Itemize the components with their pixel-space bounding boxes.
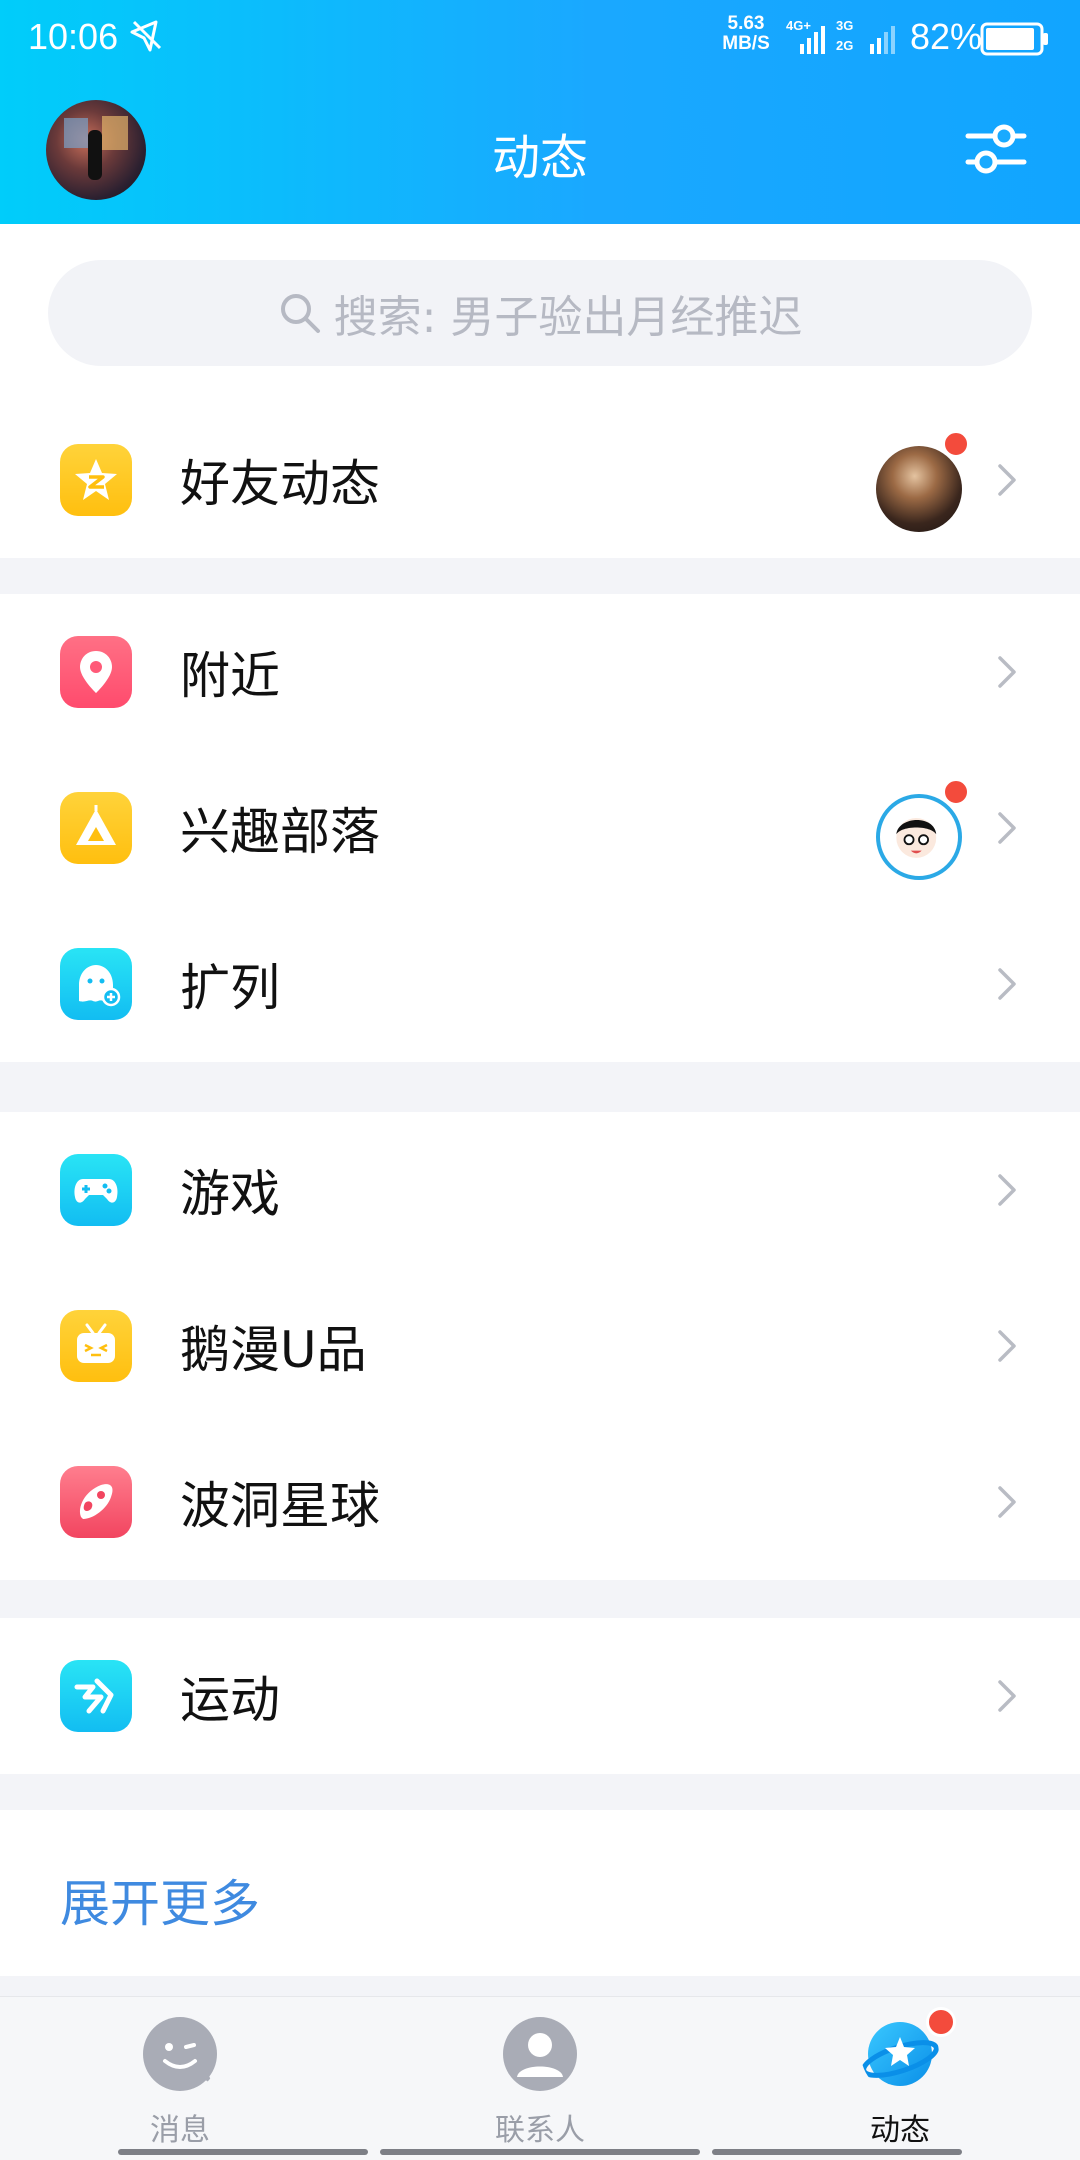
notification-badge — [942, 778, 970, 806]
notification-badge — [942, 430, 970, 458]
tab-label: 联系人 — [495, 2113, 585, 2148]
tab-contacts[interactable]: 联系人 — [440, 2015, 640, 2149]
list-item-label: 鹅漫U品 — [180, 1321, 367, 1379]
bottom-nav: 消息 联系人 动态 — [0, 1996, 1080, 2160]
status-bar: 10:06 5.63 MB/S 4G+ 3G 2G 82% — [0, 0, 1080, 78]
list-item-expand-list[interactable]: 扩列 — [0, 906, 1080, 1062]
tab-messages[interactable]: 消息 — [80, 2015, 280, 2149]
gamepad-icon — [60, 1154, 132, 1226]
expand-more-link[interactable]: 展开更多 — [60, 1864, 260, 1936]
message-face-icon — [143, 2017, 217, 2091]
battery-percent: 82% — [910, 16, 983, 57]
network-speed: 5.63 MB/S — [722, 13, 770, 54]
svg-text:3G: 3G — [836, 18, 853, 33]
mute-icon — [130, 20, 162, 52]
signal-3g-icon: 3G 2G — [836, 18, 895, 54]
notification-badge — [926, 2007, 956, 2037]
menu-group-sports: 运动 — [0, 1618, 1080, 1774]
nav-underline — [380, 2149, 700, 2155]
tv-face-icon — [60, 1310, 132, 1382]
chevron-right-icon — [998, 1680, 1016, 1712]
list-item-games[interactable]: 游戏 — [0, 1112, 1080, 1268]
menu-group-social: 附近 兴趣部落 扩列 — [0, 594, 1080, 1062]
list-item-interest-tribe[interactable]: 兴趣部落 — [0, 750, 1080, 906]
tab-label: 消息 — [150, 2113, 210, 2148]
list-item-label: 好友动态 — [180, 455, 380, 513]
list-item-label: 波洞星球 — [180, 1477, 380, 1535]
list-item-label: 游戏 — [180, 1165, 280, 1223]
search-icon — [280, 294, 320, 333]
tribe-thumbnail — [876, 794, 962, 880]
header-bar: 10:06 5.63 MB/S 4G+ 3G 2G 82% 动态 — [0, 0, 1080, 224]
contacts-person-icon — [503, 2017, 577, 2091]
list-item-friend-feed[interactable]: 好友动态 — [0, 402, 1080, 558]
list-item-sports[interactable]: 运动 — [0, 1618, 1080, 1774]
tab-label: 动态 — [870, 2113, 930, 2148]
chevron-right-icon — [998, 1330, 1016, 1362]
svg-text:2G: 2G — [836, 38, 853, 53]
tab-dynamics[interactable]: 动态 — [800, 2015, 1000, 2149]
svg-text:4G+: 4G+ — [786, 18, 811, 33]
chevron-right-icon — [998, 464, 1016, 496]
friend-feed-thumbnail — [876, 446, 962, 532]
search-area: 搜索: 男子验出月经推迟 — [0, 224, 1080, 402]
list-item-bodong-planet[interactable]: 波洞星球 — [0, 1424, 1080, 1580]
runner-icon — [60, 1660, 132, 1732]
nav-underline — [712, 2149, 962, 2155]
chevron-right-icon — [998, 1486, 1016, 1518]
nav-underline — [118, 2149, 368, 2155]
list-item-nearby[interactable]: 附近 — [0, 594, 1080, 750]
status-time: 10:06 — [28, 16, 119, 57]
settings-sliders-icon[interactable] — [964, 118, 1028, 182]
qzone-star-icon — [60, 444, 132, 516]
list-item-label: 附近 — [180, 647, 280, 705]
expand-more-area: 展开更多 — [0, 1810, 1080, 1976]
tent-icon — [60, 792, 132, 864]
location-pin-icon — [60, 636, 132, 708]
chevron-right-icon — [998, 968, 1016, 1000]
menu-group-entertainment: 游戏 鹅漫U品 波洞星球 — [0, 1112, 1080, 1580]
chevron-right-icon — [998, 656, 1016, 688]
menu-group-friends: 好友动态 — [0, 402, 1080, 558]
search-placeholder: 搜索: 男子验出月经推迟 — [333, 292, 803, 343]
search-input[interactable]: 搜索: 男子验出月经推迟 — [48, 260, 1032, 366]
chevron-right-icon — [998, 1174, 1016, 1206]
list-item-label: 运动 — [180, 1671, 280, 1729]
battery-icon — [980, 22, 1048, 56]
page-title: 动态 — [491, 130, 588, 186]
ghost-plus-icon — [60, 948, 132, 1020]
chevron-right-icon — [998, 812, 1016, 844]
planet-rocket-icon — [60, 1466, 132, 1538]
list-item-label: 扩列 — [180, 959, 280, 1017]
list-item-label: 兴趣部落 — [180, 803, 380, 861]
list-item-eman-upin[interactable]: 鹅漫U品 — [0, 1268, 1080, 1424]
